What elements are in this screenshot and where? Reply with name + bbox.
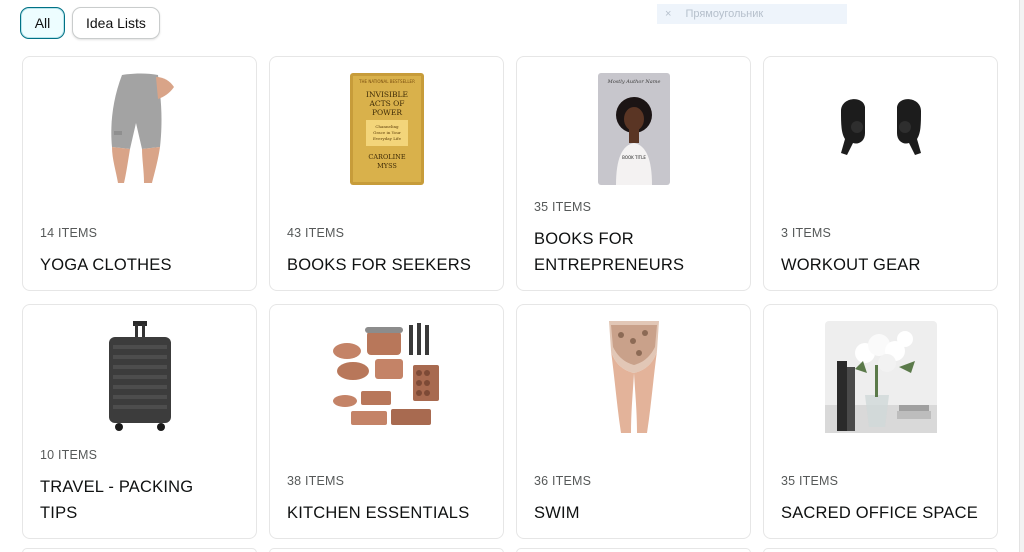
list-meta: 35 ITEMS SACRED OFFICE SPACE (781, 474, 985, 526)
book-top-line: THE NATIONAL BESTSELLER (358, 79, 415, 84)
list-card-travel-packing-tips[interactable]: 10 ITEMS TRAVEL - PACKING TIPS (22, 304, 257, 539)
svg-text:MYSS: MYSS (377, 162, 397, 170)
item-count: 43 ITEMS (287, 226, 345, 240)
list-meta: 36 ITEMS SWIM (534, 474, 738, 526)
tab-idea-lists[interactable]: Idea Lists (72, 7, 160, 39)
list-card-kitchen-essentials[interactable]: 38 ITEMS KITCHEN ESSENTIALS (269, 304, 504, 539)
list-meta: 38 ITEMS KITCHEN ESSENTIALS (287, 474, 491, 526)
list-title: WORKOUT GEAR (781, 256, 921, 274)
next-row-card[interactable] (763, 548, 998, 552)
list-title: SACRED OFFICE SPACE (781, 504, 978, 522)
svg-text:INVISIBLE: INVISIBLE (366, 90, 408, 99)
tab-all[interactable]: All (20, 7, 65, 39)
overlay-close-icon: × (665, 8, 672, 20)
list-title: SWIM (534, 504, 580, 522)
list-title: TRAVEL - PACKING TIPS (40, 478, 194, 522)
list-card-sacred-office-space[interactable]: 35 ITEMS SACRED OFFICE SPACE (763, 304, 998, 539)
list-card-books-for-entrepreneurs[interactable]: Mostly Author Name BOOK TITLE 35 ITEMS B… (516, 56, 751, 291)
list-title: BOOKS FOR SEEKERS (287, 256, 472, 274)
cookware-image (331, 321, 443, 433)
next-row-card[interactable] (269, 548, 504, 552)
list-card-books-for-seekers[interactable]: THE NATIONAL BESTSELLER INVISIBLE ACTS O… (269, 56, 504, 291)
list-meta: 35 ITEMS BOOKS FOR ENTREPRENEURS (534, 200, 738, 278)
svg-text:Grace in Your: Grace in Your (373, 130, 401, 135)
list-meta: 43 ITEMS BOOKS FOR SEEKERS (287, 226, 491, 278)
item-count: 10 ITEMS (40, 448, 98, 462)
list-meta: 14 ITEMS YOGA CLOTHES (40, 226, 244, 278)
list-card-yoga-clothes[interactable]: 14 ITEMS YOGA CLOTHES (22, 56, 257, 291)
item-count: 38 ITEMS (287, 474, 345, 488)
item-count: 14 ITEMS (40, 226, 98, 240)
selection-overlay: × Прямоугольник (657, 4, 847, 24)
next-row-card[interactable] (516, 548, 751, 552)
list-title: YOGA CLOTHES (40, 256, 172, 274)
item-count: 35 ITEMS (534, 200, 592, 214)
svg-text:POWER: POWER (371, 108, 401, 117)
filter-tabs: All Idea Lists (20, 7, 160, 39)
suitcase-image (105, 321, 175, 433)
svg-text:Everyday Life: Everyday Life (373, 136, 402, 141)
book-cover-image: THE NATIONAL BESTSELLER INVISIBLE ACTS O… (349, 73, 424, 185)
list-meta: 10 ITEMS TRAVEL - PACKING TIPS (40, 448, 244, 526)
next-row-card[interactable] (22, 548, 257, 552)
item-count: 36 ITEMS (534, 474, 592, 488)
overlay-label: Прямоугольник (685, 8, 764, 20)
item-count: 35 ITEMS (781, 474, 839, 488)
yoga-shorts-image (100, 71, 180, 187)
svg-text:Mostly Author Name: Mostly Author Name (606, 79, 660, 85)
list-title: BOOKS FOR ENTREPRENEURS (534, 230, 685, 274)
item-count: 3 ITEMS (781, 226, 832, 240)
earbuds-image (831, 93, 931, 163)
list-card-swim[interactable]: 36 ITEMS SWIM (516, 304, 751, 539)
svg-text:Channeling: Channeling (375, 124, 399, 129)
list-title: KITCHEN ESSENTIALS (287, 504, 470, 522)
book-portrait-image: Mostly Author Name BOOK TITLE (597, 73, 670, 185)
svg-text:CAROLINE: CAROLINE (368, 153, 405, 161)
swim-bottom-image (603, 321, 665, 433)
idea-lists-page: All Idea Lists × Прямоугольник 14 ITEMS … (0, 0, 1020, 552)
list-meta: 3 ITEMS WORKOUT GEAR (781, 226, 985, 278)
svg-text:ACTS OF: ACTS OF (368, 99, 404, 108)
list-card-workout-gear[interactable]: 3 ITEMS WORKOUT GEAR (763, 56, 998, 291)
svg-text:BOOK TITLE: BOOK TITLE (622, 155, 646, 160)
office-decor-image (824, 321, 937, 433)
